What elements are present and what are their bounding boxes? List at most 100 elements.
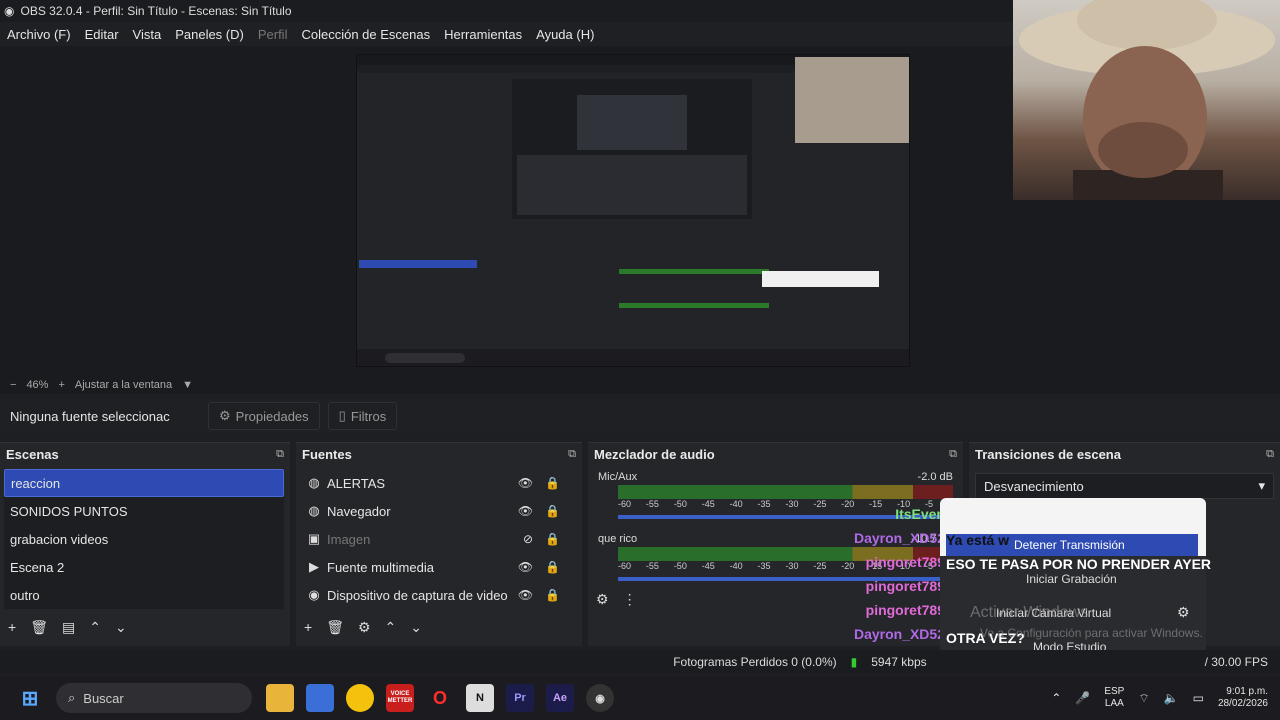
tick: -30 [785,499,799,509]
source-label: Dispositivo de captura de video [327,587,508,603]
signal-icon: ▮ [850,655,858,669]
menu-item-start-recording[interactable]: Iniciar Grabación [1026,572,1117,586]
scene-item[interactable]: Escena 2 [4,553,284,581]
scene-item[interactable]: reaccion [4,469,284,497]
source-item[interactable]: ▶ Fuente multimedia 👁 🔒 [300,553,576,581]
menu-coleccion[interactable]: Colección de Escenas [294,27,437,42]
source-item[interactable]: ◍ Navegador 👁 🔒 [300,497,576,525]
arrow-up-icon[interactable]: ⌃ [385,619,397,636]
speaker-icon[interactable]: 🔈 [1164,691,1179,705]
menu-item-stop-stream[interactable]: Detener Transmisión [1014,538,1125,552]
tick: -30 [785,561,799,571]
chat-user: pingoret789 [865,602,945,618]
menu-herramientas[interactable]: Herramientas [437,27,529,42]
eye-icon[interactable]: 👁 [518,504,533,518]
eye-icon[interactable]: 👁 [518,560,533,574]
channel-db: -2.0 dB [917,471,953,483]
source-label: Navegador [327,503,391,519]
menu-paneles[interactable]: Paneles (D) [168,27,251,42]
scene-item[interactable]: grabacion videos [4,525,284,553]
opera-icon[interactable]: O [426,684,454,712]
virtual-cam-gear-icon[interactable]: ⚙ [1177,604,1190,621]
float-icon[interactable]: ⧉ [949,448,957,461]
battery-icon[interactable]: ▭ [1193,691,1204,705]
after-effects-icon[interactable]: Ae [546,684,574,712]
zoom-out-button[interactable]: − [10,379,16,391]
clock[interactable]: 9:01 p.m. 28/02/2026 [1218,686,1268,710]
source-item[interactable]: ◉ Dispositivo de captura de video 👁 🔒 [300,581,576,609]
tick: -60 [618,499,632,509]
eye-off-icon[interactable]: ⊘ [523,532,533,546]
mixer-settings-icon[interactable]: ⚙ [596,591,609,608]
transition-select[interactable]: Desvanecimiento ▾ [975,473,1274,499]
scene-item[interactable]: outro [4,581,284,609]
webcam-person-graphic [1019,0,1275,200]
windows-start-icon[interactable]: ⊞ [16,684,44,712]
zoom-bar: − 46% + Ajustar a la ventana ▼ [0,376,1280,394]
zoom-in-button[interactable]: + [58,379,64,391]
float-icon[interactable]: ⧉ [568,448,576,461]
lock-icon[interactable]: 🔒 [545,588,560,602]
chevron-up-icon[interactable]: ⌃ [1051,691,1061,705]
scenes-dock: Escenas ⧉ reaccion SONIDOS PUNTOS grabaci… [0,442,290,646]
channel-name: Mic/Aux [598,471,638,483]
float-icon[interactable]: ⧉ [1266,448,1274,461]
float-icon[interactable]: ⧉ [276,448,284,461]
eye-icon[interactable]: 👁 [518,588,533,602]
chrome-icon[interactable] [346,684,374,712]
more-options-icon[interactable]: ⋮ [623,591,637,608]
arrow-down-icon[interactable]: ⌄ [115,619,127,636]
lock-icon[interactable]: 🔒 [545,532,560,546]
menu-vista[interactable]: Vista [126,27,169,42]
source-label: Fuente multimedia [327,559,434,575]
lock-icon[interactable]: 🔒 [545,476,560,490]
zoom-fit-label[interactable]: Ajustar a la ventana [75,379,172,391]
sources-list: ◍ ALERTAS 👁 🔒 ◍ Navegador 👁 🔒 ▣ Imagen ⊘ 🔒 ▶ Fuent… [300,469,576,609]
properties-bar: Ninguna fuente seleccionac ⚙ Propiedades … [0,398,1280,434]
source-item[interactable]: ▣ Imagen ⊘ 🔒 [300,525,576,553]
trash-icon[interactable]: 🗑 [326,619,344,636]
arrow-up-icon[interactable]: ⌃ [89,619,101,636]
microphone-icon[interactable]: 🎤 [1075,691,1090,705]
tick: -40 [729,499,743,509]
menu-archivo[interactable]: Archivo (F) [0,27,78,42]
filters-button[interactable]: ▯ Filtros [327,402,398,430]
source-item[interactable]: ◍ ALERTAS 👁 🔒 [300,469,576,497]
lang-code: ESP [1104,686,1125,697]
filters-label: Filtros [350,408,387,424]
preview-canvas[interactable] [356,54,910,367]
chat-user: Dayron_XD52 [853,530,945,546]
add-icon[interactable]: + [8,619,16,636]
add-icon[interactable]: + [304,619,312,636]
no-source-label: Ninguna fuente seleccionac [10,408,170,424]
notion-icon[interactable]: N [466,684,494,712]
lang-layout: LAA [1104,698,1124,709]
lock-icon[interactable]: 🔒 [545,504,560,518]
filter-icon[interactable]: ▤ [62,619,75,636]
voicemeeter-icon[interactable]: VOICE METTER [386,684,414,712]
obs-logo-icon: ◉ [4,4,15,18]
obs-icon[interactable]: ◉ [586,684,614,712]
wifi-icon[interactable]: ⌔ [1138,691,1149,706]
gear-icon: ⚙ [219,408,231,423]
properties-button[interactable]: ⚙ Propiedades [208,402,320,430]
arrow-down-icon[interactable]: ⌄ [410,619,422,636]
voicemeeter-label-2: METTER [387,698,413,704]
trash-icon[interactable]: 🗑 [30,619,48,636]
file-explorer-icon[interactable] [266,684,294,712]
voicemeeter-label-1: VOICE [390,691,410,697]
chevron-down-icon[interactable]: ▼ [182,379,193,391]
gear-icon[interactable]: ⚙ [358,619,371,636]
menu-perfil[interactable]: Perfil [251,27,295,42]
taskbar-search[interactable]: ⌕ Buscar [56,683,252,713]
lock-icon[interactable]: 🔒 [545,560,560,574]
menu-ayuda[interactable]: Ayuda (H) [529,27,601,42]
language-indicator[interactable]: ESP LAA [1104,686,1124,710]
store-icon[interactable] [306,684,334,712]
eye-icon[interactable]: 👁 [518,476,533,490]
tick: -55 [645,561,659,571]
scene-item[interactable]: SONIDOS PUNTOS [4,497,284,525]
premiere-icon[interactable]: Pr [506,684,534,712]
menu-editar[interactable]: Editar [78,27,126,42]
tick: -45 [701,561,715,571]
